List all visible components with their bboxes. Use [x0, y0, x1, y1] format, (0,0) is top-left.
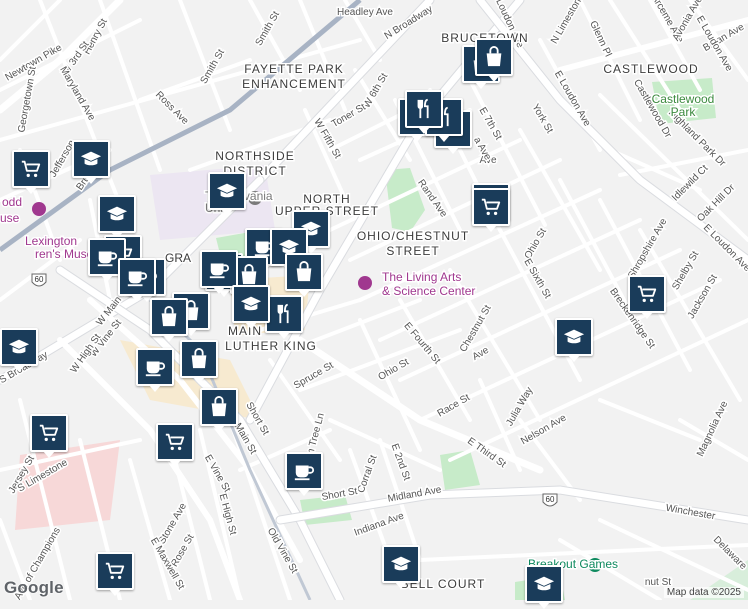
- restaurant-marker[interactable]: [265, 295, 303, 339]
- shopping-marker[interactable]: [475, 38, 513, 82]
- shopping-marker[interactable]: [180, 340, 218, 384]
- shopping-icon: [208, 396, 230, 418]
- map-attribution: Map data ©2025: [663, 587, 744, 598]
- shopping-marker[interactable]: [150, 298, 188, 342]
- street-label: Oak Hill Dr: [695, 182, 737, 224]
- street-label: E Fourth St: [401, 320, 442, 366]
- street-label: Delaware: [711, 534, 748, 572]
- grocery-marker[interactable]: [472, 188, 510, 232]
- street-label: N Limestone: [549, 0, 587, 46]
- shopping-marker[interactable]: [285, 253, 323, 297]
- grocery-marker[interactable]: [628, 275, 666, 319]
- neighborhood-label: FAYETTE PARK: [244, 62, 344, 76]
- museum-icon: [358, 276, 372, 290]
- route-60-shield: 60: [542, 493, 558, 507]
- cafe-icon: [96, 246, 118, 268]
- cafe-icon: [144, 356, 166, 378]
- street-label: Jackson St: [686, 273, 720, 321]
- museum-icon: [32, 202, 46, 216]
- school-marker[interactable]: [555, 318, 593, 362]
- school-icon: [240, 293, 262, 315]
- shopping-marker[interactable]: [200, 388, 238, 432]
- neighborhood-label: NORTHSIDE: [215, 149, 294, 163]
- street-label: York St: [529, 102, 555, 135]
- school-icon: [216, 180, 238, 202]
- route-60-shield: 60: [31, 273, 47, 287]
- school-icon: [563, 326, 585, 348]
- school-icon: [80, 148, 102, 170]
- shield-label: 60: [35, 275, 44, 284]
- school-icon: [533, 573, 555, 595]
- place-label: & Science Center: [382, 284, 475, 298]
- place-label: Park: [671, 105, 697, 119]
- neighborhood-label: OHIO/CHESTNUT: [357, 229, 469, 243]
- cafe-marker[interactable]: [136, 348, 174, 392]
- place-label: odd: [2, 195, 22, 209]
- shopping-icon: [293, 261, 315, 283]
- school-icon: [390, 553, 412, 575]
- street-label: Winchester: [665, 503, 717, 523]
- cafe-icon: [126, 266, 148, 288]
- restaurant-marker[interactable]: [405, 90, 443, 134]
- cafe-marker[interactable]: [200, 250, 238, 294]
- school-marker[interactable]: [0, 328, 38, 372]
- school-marker[interactable]: [72, 140, 110, 184]
- grocery-icon: [164, 431, 186, 453]
- google-logo: Google: [4, 578, 64, 597]
- street-label: Shelby St: [670, 249, 701, 292]
- grocery-icon: [104, 560, 126, 582]
- restaurant-icon: [273, 303, 295, 325]
- shopping-icon: [483, 46, 505, 68]
- grocery-icon: [20, 158, 42, 180]
- cafe-icon: [293, 460, 315, 482]
- street-label: a Ave: [471, 135, 493, 162]
- neighborhood-label: CASTLEWOOD: [603, 62, 698, 76]
- school-icon: [106, 203, 128, 225]
- street-label: E Loudon Ave: [701, 222, 748, 274]
- school-marker[interactable]: [232, 285, 270, 329]
- school-marker[interactable]: [208, 172, 246, 216]
- street-label: E Vine St: [202, 453, 232, 495]
- place-label: Castlewood: [652, 92, 715, 106]
- cafe-marker[interactable]: [285, 452, 323, 496]
- grocery-marker[interactable]: [30, 414, 68, 458]
- place-label: use: [0, 211, 20, 225]
- street-label: Glenn Pl: [587, 19, 613, 58]
- school-marker[interactable]: [382, 545, 420, 589]
- shopping-icon: [158, 306, 180, 328]
- street-label: Maryland Ave: [57, 65, 97, 123]
- grocery-icon: [38, 422, 60, 444]
- school-icon: [8, 336, 30, 358]
- cafe-icon: [208, 258, 230, 280]
- grocery-marker[interactable]: [156, 423, 194, 467]
- shopping-icon: [188, 348, 210, 370]
- place-label: The Living Arts: [382, 270, 461, 284]
- shield-label: 60: [546, 495, 555, 504]
- street-label: Magnolia Ave: [695, 399, 730, 458]
- neighborhood-label: STREET: [386, 244, 439, 258]
- school-marker[interactable]: [525, 565, 563, 609]
- street-label: Ohio St: [523, 226, 549, 261]
- neighborhood-label: ENHANCEMENT: [242, 77, 346, 91]
- street-label: Ross Ave: [153, 89, 191, 127]
- restaurant-icon: [413, 98, 435, 120]
- grocery-marker[interactable]: [96, 552, 134, 596]
- shopping-icon: [238, 264, 260, 286]
- neighborhood-label: LUTHER KING: [225, 339, 317, 353]
- grocery-marker[interactable]: [12, 150, 50, 194]
- place-label: GRA: [165, 251, 191, 265]
- school-marker[interactable]: [98, 195, 136, 239]
- grocery-icon: [636, 283, 658, 305]
- place-label: Lexington: [25, 234, 77, 248]
- cafe-marker[interactable]: [118, 258, 156, 302]
- street-label: Headley Ave: [337, 7, 393, 18]
- grocery-icon: [480, 196, 502, 218]
